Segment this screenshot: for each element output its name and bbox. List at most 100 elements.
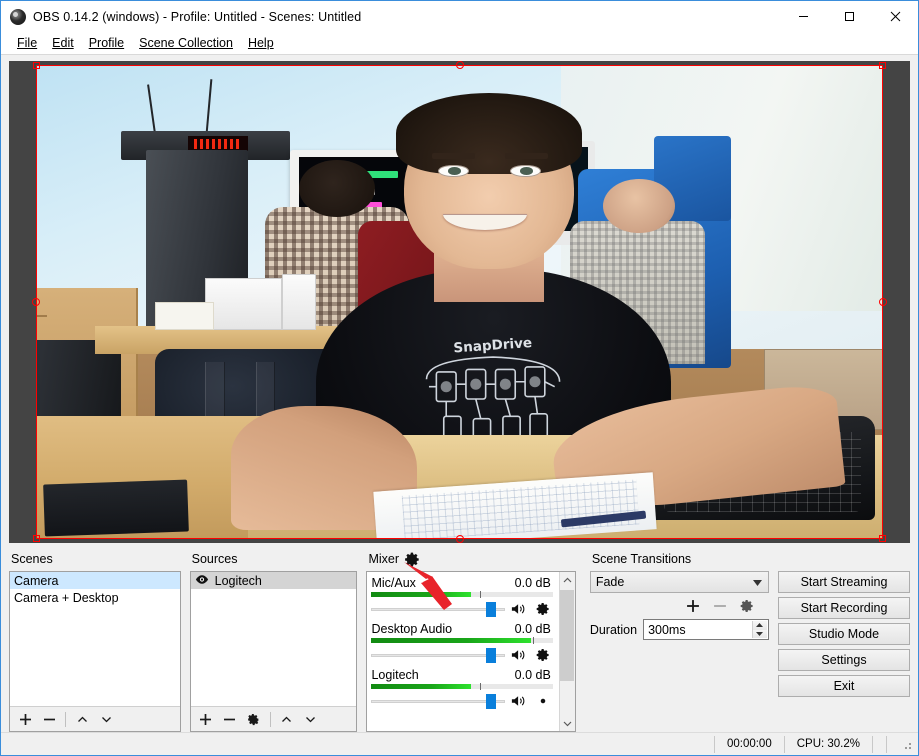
move-scene-up-button[interactable] — [71, 709, 93, 730]
transition-properties-button[interactable] — [735, 596, 759, 617]
status-bar: 00:00:00 CPU: 30.2% — [1, 732, 918, 755]
channel-mute-icon[interactable] — [510, 600, 529, 617]
channel-settings-gear[interactable] — [534, 646, 553, 663]
menu-edit[interactable]: Edit — [45, 34, 82, 52]
scene-subject-eye-right — [510, 164, 541, 177]
scene-item-label: Camera + Desktop — [14, 590, 119, 605]
mixer-settings-gear[interactable] — [405, 552, 420, 567]
add-scene-button[interactable] — [14, 709, 36, 730]
add-source-button[interactable] — [195, 709, 217, 730]
exit-button[interactable]: Exit — [777, 675, 910, 697]
scrollbar-track[interactable] — [559, 588, 575, 715]
eye-icon[interactable] — [195, 574, 209, 588]
duration-spinbox[interactable]: 300ms — [643, 619, 769, 640]
menu-profile[interactable]: Profile — [82, 34, 132, 52]
duration-decrement-button[interactable] — [752, 629, 767, 638]
resize-handle-bottom-left[interactable] — [33, 535, 40, 542]
resize-handle-middle-left[interactable] — [32, 298, 40, 306]
minimize-button[interactable] — [780, 1, 826, 32]
spinbox-buttons — [751, 621, 767, 638]
resize-handle-top-right[interactable] — [879, 62, 886, 69]
menu-edit-label: Edit — [52, 36, 74, 50]
preview-canvas[interactable]: SnapDrive — [9, 61, 910, 543]
remove-scene-button[interactable] — [38, 709, 60, 730]
video-preview[interactable]: SnapDrive — [36, 65, 883, 539]
sources-panel: Logitech — [189, 571, 358, 732]
start-recording-button[interactable]: Start Recording — [777, 597, 910, 619]
channel-name: Desktop Audio — [371, 622, 453, 636]
status-timecode: 00:00:00 — [713, 735, 784, 753]
remove-transition-button[interactable] — [708, 596, 732, 617]
close-button[interactable] — [872, 1, 918, 32]
channel-settings-gear[interactable] — [534, 600, 553, 617]
mixer-scrollbar[interactable] — [558, 572, 575, 731]
sources-dock: Sources Logitech — [189, 547, 358, 732]
move-source-up-button[interactable] — [276, 709, 298, 730]
duration-row: Duration 300ms — [590, 619, 769, 640]
channel-mute-icon[interactable] — [510, 692, 529, 709]
channel-volume-slider[interactable] — [371, 693, 505, 709]
menu-profile-label: Profile — [88, 36, 125, 50]
scroll-up-button[interactable] — [559, 572, 574, 588]
add-transition-button[interactable] — [681, 596, 705, 617]
scene-item-camera-desktop[interactable]: Camera + Desktop — [10, 589, 180, 606]
sources-list[interactable]: Logitech — [190, 572, 357, 706]
transitions-title: Scene Transitions — [591, 552, 692, 566]
mixer-channel-logitech: Logitech 0.0 dB — [371, 666, 556, 712]
channel-name: Logitech — [371, 668, 419, 682]
scrollbar-thumb[interactable] — [560, 590, 575, 682]
move-scene-down-button[interactable] — [95, 709, 117, 730]
scene-item-camera[interactable]: Camera — [10, 572, 180, 589]
preview-container: SnapDrive — [1, 55, 918, 547]
obs-logo-icon — [10, 8, 26, 25]
toolbar-divider — [269, 711, 271, 727]
source-item-label: Logitech — [214, 573, 262, 588]
obs-main-window: OBS 0.14.2 (windows) - Profile: Untitled… — [0, 0, 919, 756]
start-streaming-button[interactable]: Start Streaming — [777, 571, 910, 593]
transition-tools — [590, 593, 769, 619]
studio-mode-button[interactable]: Studio Mode — [777, 623, 910, 645]
duration-label: Duration — [589, 622, 638, 637]
scene-person-plaid-head — [298, 159, 375, 217]
resize-handle-bottom-right[interactable] — [879, 535, 886, 542]
resize-grip[interactable] — [900, 735, 916, 753]
channel-volume-slider[interactable] — [371, 601, 505, 617]
menu-file[interactable]: File — [10, 34, 45, 52]
channel-db: 0.0 dB — [514, 622, 551, 636]
scenes-toolbar — [10, 706, 180, 731]
status-spacer-2 — [886, 735, 900, 753]
scenes-title: Scenes — [11, 552, 53, 566]
channel-settings-gear[interactable] — [534, 692, 553, 709]
transition-select[interactable]: Fade — [589, 571, 769, 593]
channel-level-meter — [371, 637, 553, 644]
scene-subject-brow-right — [505, 152, 548, 159]
maximize-button[interactable] — [826, 1, 872, 32]
duration-value: 300ms — [648, 622, 686, 637]
mixer-channel-mic-aux: Mic/Aux 0.0 dB — [371, 574, 556, 620]
scene-paper — [154, 302, 214, 331]
channel-volume-slider[interactable] — [371, 647, 505, 663]
resize-handle-top-center[interactable] — [455, 61, 464, 69]
menu-scene-collection[interactable]: Scene Collection — [132, 34, 241, 52]
transitions-dock: Scene Transitions Fade Duration 300ms — [589, 547, 769, 732]
source-item-logitech[interactable]: Logitech — [190, 572, 357, 589]
toolbar-divider — [65, 711, 66, 727]
scroll-down-button[interactable] — [559, 715, 574, 731]
remove-source-button[interactable] — [219, 709, 241, 730]
controls-spacer — [778, 547, 910, 571]
channel-mute-icon[interactable] — [510, 646, 529, 663]
menu-help[interactable]: Help — [241, 34, 282, 52]
resize-handle-bottom-center[interactable] — [455, 535, 464, 543]
resize-handle-middle-right[interactable] — [879, 298, 887, 306]
window-title: OBS 0.14.2 (windows) - Profile: Untitled… — [33, 9, 362, 24]
channel-name: Mic/Aux — [371, 576, 416, 590]
move-source-down-button[interactable] — [300, 709, 322, 730]
sources-title: Sources — [191, 552, 238, 566]
channel-db: 0.0 dB — [514, 576, 551, 590]
source-properties-button[interactable] — [243, 709, 265, 730]
settings-button[interactable]: Settings — [777, 649, 910, 671]
resize-handle-top-left[interactable] — [33, 62, 40, 69]
duration-increment-button[interactable] — [752, 621, 767, 630]
scenes-list[interactable]: Camera Camera + Desktop — [10, 572, 180, 706]
sources-toolbar — [190, 706, 357, 731]
